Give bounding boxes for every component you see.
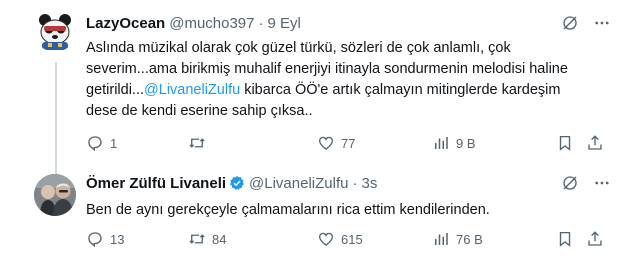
tweet-text-segment: getirildi... xyxy=(86,82,145,98)
share-icon xyxy=(588,231,602,246)
tweet-header: LazyOcean @mucho397 · 9 Eyl xyxy=(86,14,611,32)
more-icon[interactable] xyxy=(593,174,611,192)
retweet-icon xyxy=(189,138,205,148)
separator-dot: · xyxy=(258,14,264,32)
tweet-text-segment: kibarca ÖÖ'e artık çalmayın mitinglerde … xyxy=(240,82,561,98)
reply-count: 1 xyxy=(110,135,118,151)
share-button[interactable] xyxy=(586,230,604,248)
tweet-header: Ömer Zülfü Livaneli @LivaneliZulfu · 3s xyxy=(86,174,611,192)
views-count: 76 B xyxy=(456,231,483,247)
bookmark-button[interactable] xyxy=(556,134,574,152)
tweet-text-line: Aslında müzikal olarak çok güzel türkü, … xyxy=(86,40,511,56)
tweet-text-line: getirildi...@LivaneliZulfu kibarca ÖÖ'e … xyxy=(86,80,603,101)
display-name[interactable]: Ömer Zülfü Livaneli xyxy=(86,175,226,192)
views-count: 9 B xyxy=(456,135,476,151)
separator-dot: · xyxy=(352,174,358,192)
reply-button[interactable]: 1 xyxy=(86,134,117,152)
more-icon[interactable] xyxy=(593,14,611,32)
reply-count: 13 xyxy=(110,231,125,247)
user-handle[interactable]: @LivaneliZulfu xyxy=(249,175,348,192)
verified-badge-icon xyxy=(229,175,245,191)
like-count: 77 xyxy=(341,135,356,151)
display-name[interactable]: LazyOcean xyxy=(86,15,165,32)
timestamp[interactable]: 3s xyxy=(361,175,377,192)
share-button[interactable] xyxy=(586,134,604,152)
user-handle[interactable]: @mucho397 xyxy=(169,15,254,32)
retweet-button[interactable]: 84 xyxy=(188,230,226,248)
action-bar: 1 77 9 B xyxy=(86,134,611,154)
views-button[interactable]: 9 B xyxy=(432,134,476,152)
tweet-livaneli[interactable]: Ömer Zülfü Livaneli @LivaneliZulfu · 3s … xyxy=(0,160,631,264)
tweet-text-line: dese de kendi eserine sahip çıksa.. xyxy=(86,103,313,119)
bookmark-icon xyxy=(559,135,571,151)
tweet-text: Aslında müzikal olarak çok güzel türkü, … xyxy=(86,38,603,122)
views-button[interactable]: 76 B xyxy=(432,230,483,248)
like-count: 615 xyxy=(341,231,363,247)
profile-photo-icon xyxy=(34,174,76,216)
retweet-count: 84 xyxy=(212,231,227,247)
views-icon xyxy=(435,233,448,245)
tweet-lazyocean[interactable]: LazyOcean @mucho397 · 9 Eyl Aslında müzi… xyxy=(0,0,631,176)
views-icon xyxy=(435,137,448,149)
bookmark-button[interactable] xyxy=(556,230,574,248)
retweet-icon xyxy=(189,234,205,244)
action-bar: 13 84 615 76 B xyxy=(86,230,611,250)
tweet-text-line: severim...ama birikmiş muhalif enerjiyi … xyxy=(86,61,568,77)
retweet-button[interactable] xyxy=(188,134,212,152)
heart-icon xyxy=(318,136,334,150)
reply-icon xyxy=(88,136,102,152)
avatar[interactable] xyxy=(34,10,76,52)
tweet-text: Ben de aynı gerekçeyle çalmamalarını ric… xyxy=(86,202,490,218)
like-button[interactable]: 615 xyxy=(317,230,363,248)
reply-button[interactable]: 13 xyxy=(86,230,124,248)
heart-icon xyxy=(318,232,334,246)
mention-link[interactable]: @LivaneliZulfu xyxy=(144,82,240,98)
share-icon xyxy=(588,135,602,150)
avatar[interactable] xyxy=(34,174,76,216)
like-button[interactable]: 77 xyxy=(317,134,355,152)
timestamp[interactable]: 9 Eyl xyxy=(268,15,301,32)
thread-line xyxy=(55,62,57,176)
panda-avatar-icon xyxy=(34,10,76,52)
bookmark-icon xyxy=(559,231,571,247)
grok-icon[interactable] xyxy=(561,174,579,192)
reply-icon xyxy=(88,232,102,248)
grok-icon[interactable] xyxy=(561,14,579,32)
